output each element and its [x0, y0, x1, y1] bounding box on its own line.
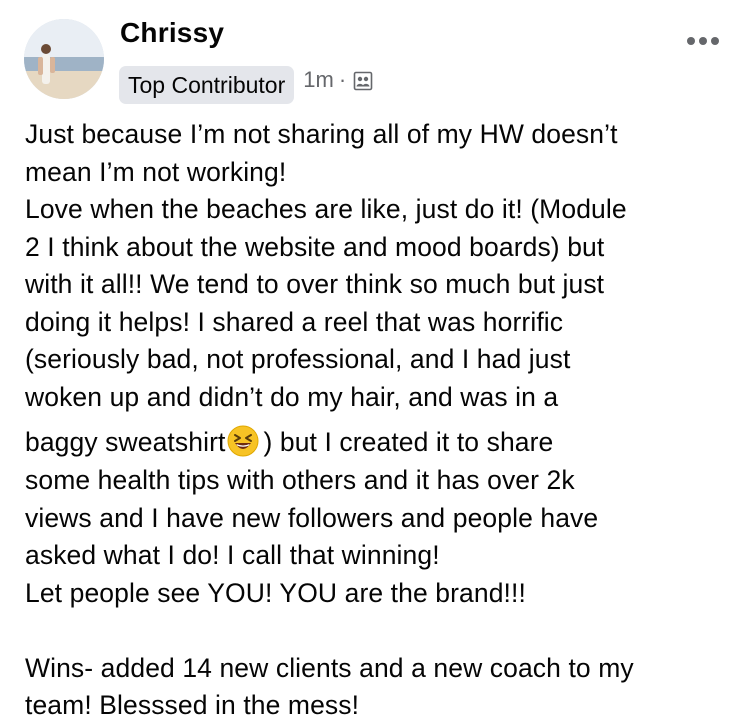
post-text-line: some health tips with others and it has …: [25, 465, 575, 495]
post-text-line: doing it helps! I shared a reel that was…: [25, 306, 564, 337]
more-options-button[interactable]: [683, 28, 723, 54]
author-name[interactable]: Chrissy: [120, 17, 224, 49]
avatar[interactable]: [24, 19, 104, 99]
post-text-fragment: ) but I created it to share: [263, 427, 554, 457]
grinning-squinting-face-emoji-icon: [227, 425, 259, 457]
post-text-line: team! Blesssed in the mess!: [25, 690, 360, 720]
post-text-line: with it all!! We tend to over think so m…: [25, 269, 605, 299]
post-text-line: Wins- added 14 new clients and a new coa…: [25, 652, 634, 683]
more-options-icon-dot: [711, 37, 719, 45]
post-body: Just because I’m not sharing all of my H…: [25, 116, 737, 725]
post-text-line: 2 I think about the website and mood boa…: [25, 231, 605, 262]
post-text-line: Let people see YOU! YOU are the brand!!!: [25, 577, 526, 608]
post-text-line: Love when the beaches are like, just do …: [25, 194, 627, 224]
post-text-line: Just because I’m not sharing all of my H…: [25, 119, 618, 149]
post-text-fragment: baggy sweatshirt: [25, 427, 226, 457]
more-options-icon-dot: [699, 37, 707, 45]
avatar-beach-photo: [24, 19, 104, 99]
group-post: Chrissy Top Contributor 1m · Just becaus…: [0, 0, 750, 720]
post-timestamp[interactable]: 1m: [303, 67, 334, 93]
post-text-line: views and I have new followers and peopl…: [25, 502, 599, 533]
post-text-line: woken up and didn’t do my hair, and was …: [25, 381, 559, 412]
top-contributor-badge[interactable]: Top Contributor: [119, 66, 295, 104]
post-text-line: mean I’m not working!: [25, 156, 287, 187]
more-options-icon: [687, 37, 695, 45]
meta-separator: ·: [338, 67, 347, 92]
post-text-line: asked what I do! I call that winning!: [25, 540, 440, 570]
post-text-line-with-emoji: baggy sweatshirt ) but I created it to s…: [25, 416, 737, 462]
post-text-line: (seriously bad, not professional, and I …: [25, 344, 571, 374]
post-meta: Top Contributor 1m ·: [119, 66, 373, 104]
group-audience-icon: [353, 71, 373, 91]
paragraph-break: [25, 612, 737, 650]
